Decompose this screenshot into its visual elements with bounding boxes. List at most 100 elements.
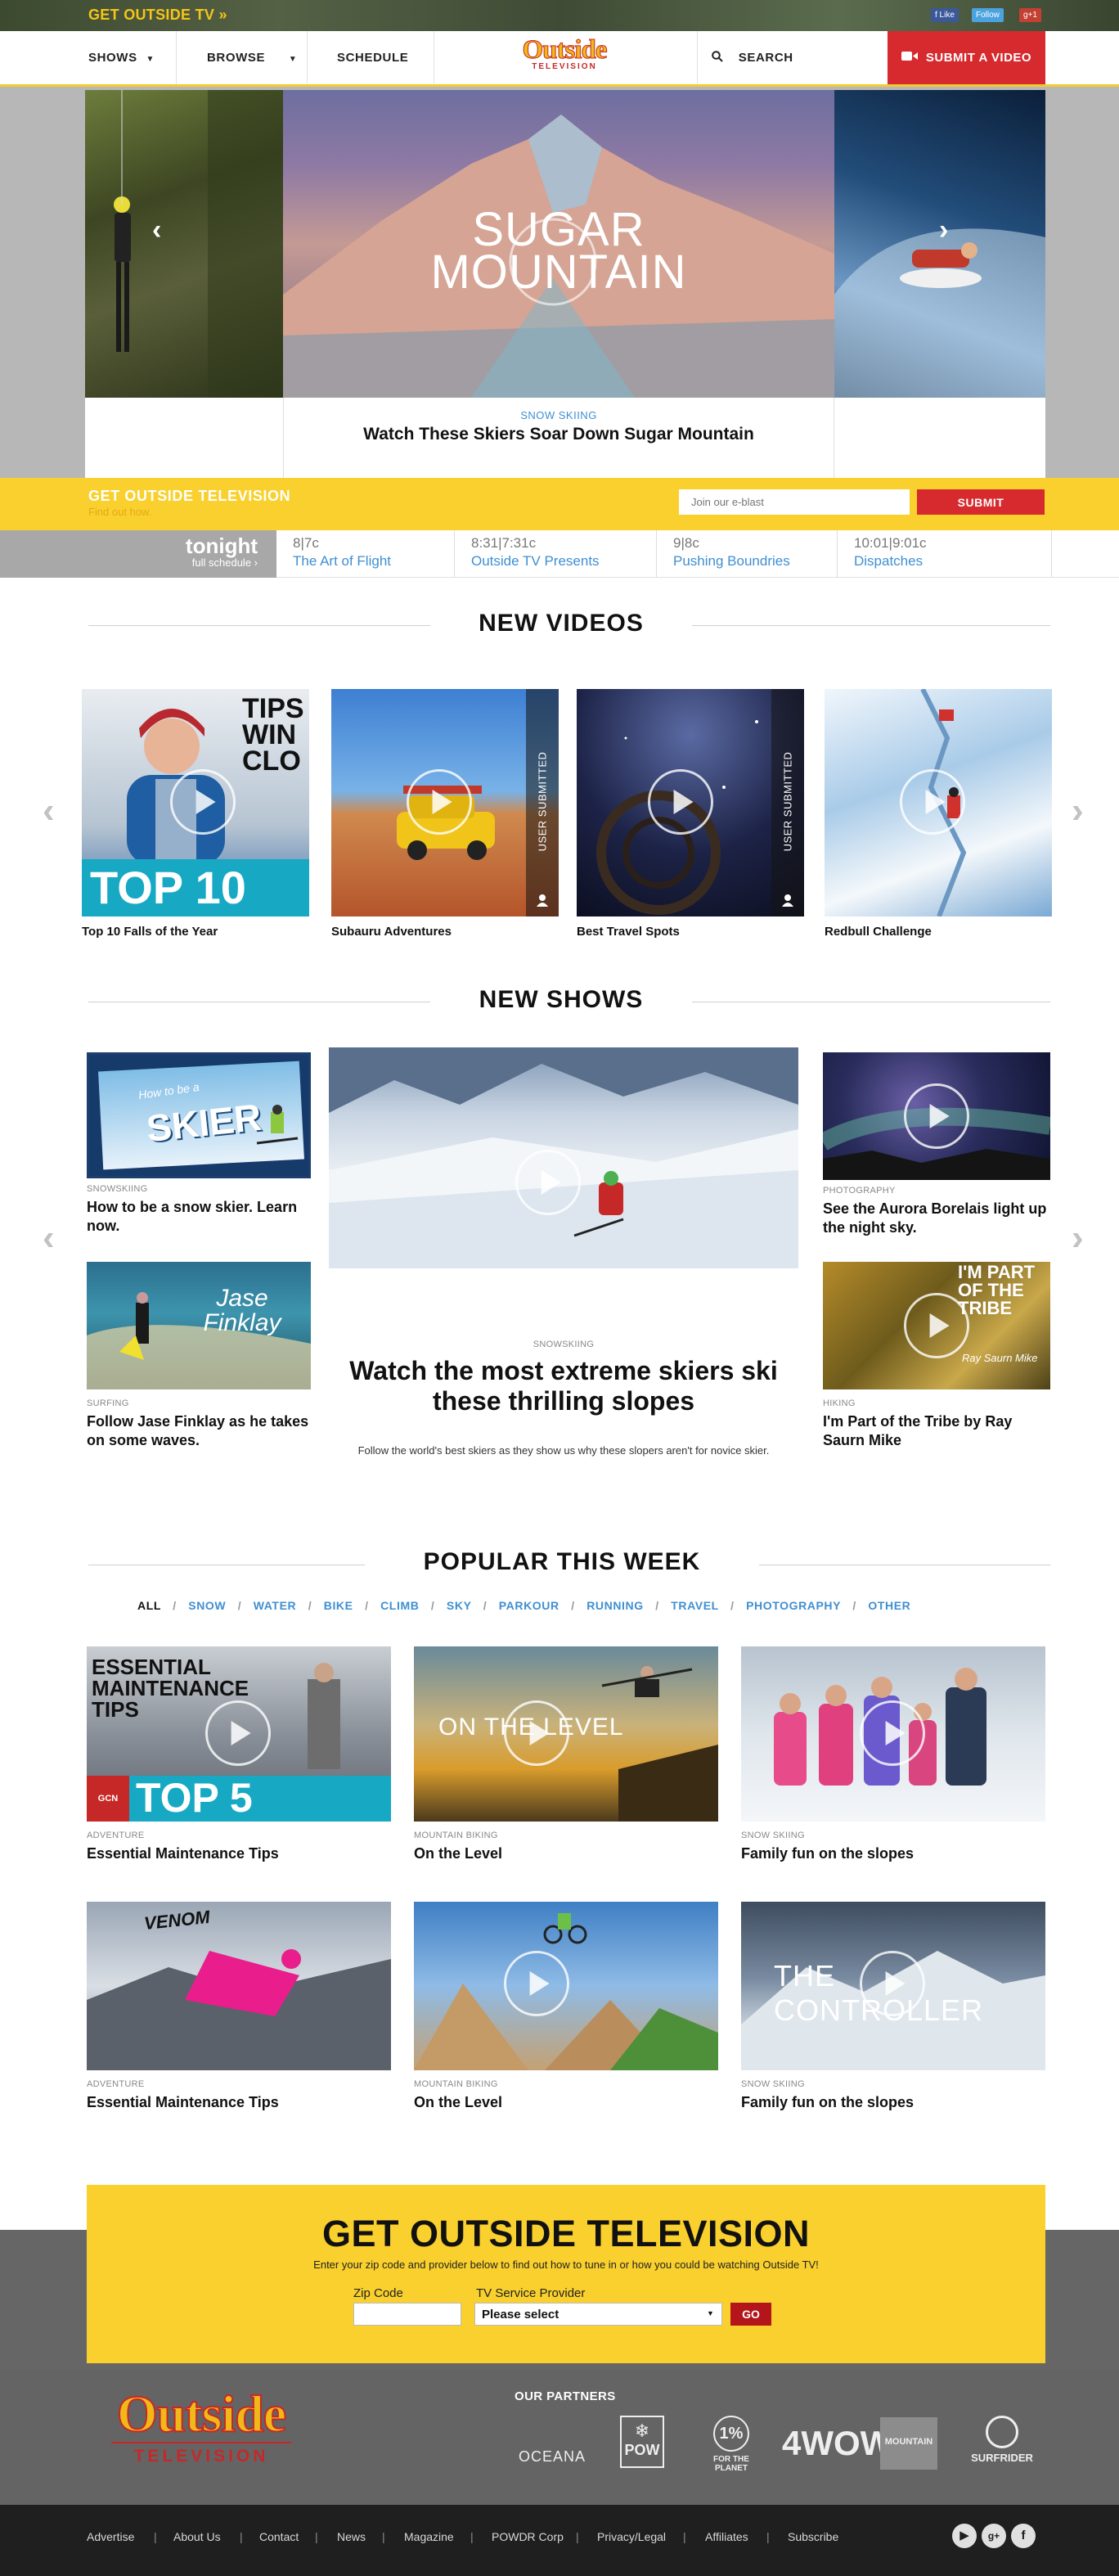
partner-logo-oceana[interactable]: OCEANA: [507, 2435, 597, 2476]
zip-code-input[interactable]: [353, 2303, 461, 2326]
play-icon[interactable]: [504, 1951, 569, 2016]
footer-link-subscribe[interactable]: Subscribe: [788, 2530, 838, 2543]
go-button[interactable]: GO: [730, 2303, 771, 2326]
filter-running[interactable]: RUNNING: [586, 1599, 644, 1612]
play-icon[interactable]: [515, 1150, 581, 1215]
show-thumbnail[interactable]: [823, 1052, 1050, 1180]
featured-show-thumbnail[interactable]: [329, 1047, 798, 1268]
chevron-left-icon[interactable]: ‹: [43, 790, 55, 831]
play-icon[interactable]: [170, 769, 236, 835]
eblast-submit-button[interactable]: SUBMIT: [917, 489, 1045, 515]
footer-link-news[interactable]: News: [337, 2530, 366, 2543]
play-icon[interactable]: [205, 1700, 271, 1766]
google-plus-button[interactable]: g+1: [1019, 8, 1041, 22]
filter-water[interactable]: WATER: [254, 1599, 297, 1612]
partner-logo-pow[interactable]: ❄ POW: [620, 2416, 664, 2468]
play-icon[interactable]: [407, 769, 472, 835]
partner-logo-1percent[interactable]: 1% FOR THE PLANET: [703, 2416, 759, 2473]
play-icon[interactable]: [900, 769, 965, 835]
nav-schedule[interactable]: SCHEDULE: [337, 31, 408, 84]
filter-snow[interactable]: SNOW: [188, 1599, 226, 1612]
popular-title[interactable]: On the Level: [414, 2093, 502, 2112]
footer-link-about-us[interactable]: About Us: [173, 2530, 221, 2543]
hero-title[interactable]: Watch These Skiers Soar Down Sugar Mount…: [346, 425, 771, 444]
chevron-right-icon[interactable]: ›: [939, 214, 948, 246]
popular-title[interactable]: Essential Maintenance Tips: [87, 2093, 279, 2112]
show-title[interactable]: I'm Part of the Tribe by Ray Saurn Mike: [823, 1412, 1050, 1450]
schedule-slot[interactable]: 8|7c The Art of Flight: [276, 530, 455, 578]
show-title[interactable]: Follow Jase Finklay as he takes on some …: [87, 1412, 311, 1450]
popular-title[interactable]: On the Level: [414, 1844, 502, 1863]
schedule-slot[interactable]: 9|8c Pushing Boundries: [657, 530, 838, 578]
footer-logo[interactable]: Outside TELEVISION: [97, 2387, 306, 2466]
hero-slide-active[interactable]: SUGAR MOUNTAIN: [283, 90, 834, 398]
twitter-follow-button[interactable]: Follow: [972, 8, 1004, 22]
nav-browse[interactable]: BROWSE ▼: [207, 31, 297, 84]
video-thumbnail[interactable]: TIPS WIN CLO TOP 10: [82, 689, 309, 916]
popular-title[interactable]: Family fun on the slopes: [741, 2093, 914, 2112]
google-plus-icon[interactable]: g+: [982, 2524, 1006, 2548]
video-title[interactable]: Best Travel Spots: [577, 925, 680, 939]
filter-climb[interactable]: CLIMB: [380, 1599, 419, 1612]
popular-thumbnail[interactable]: THE CONTROLLER: [741, 1902, 1045, 2070]
popular-title[interactable]: Family fun on the slopes: [741, 1844, 914, 1863]
schedule-slot[interactable]: 10:01|9:01c Dispatches: [838, 530, 1052, 578]
youtube-icon[interactable]: ▶: [952, 2524, 977, 2548]
chevron-right-icon[interactable]: ›: [1072, 790, 1084, 831]
slot-show[interactable]: Pushing Boundries: [673, 553, 790, 570]
play-icon[interactable]: [904, 1293, 969, 1358]
popular-thumbnail[interactable]: [414, 1902, 718, 2070]
slot-show[interactable]: The Art of Flight: [293, 553, 391, 570]
play-icon[interactable]: [648, 769, 713, 835]
hero-slide-previous[interactable]: [85, 90, 283, 398]
filter-bike[interactable]: BIKE: [324, 1599, 353, 1612]
footer-link-advertise[interactable]: Advertise: [87, 2530, 134, 2543]
filter-photography[interactable]: PHOTOGRAPHY: [746, 1599, 841, 1612]
show-thumbnail[interactable]: Jase Finklay: [87, 1262, 311, 1389]
chevron-left-icon[interactable]: ‹: [43, 1218, 55, 1259]
show-thumbnail[interactable]: How to be a SKIER: [87, 1052, 311, 1178]
video-thumbnail[interactable]: USER SUBMITTED: [331, 689, 559, 916]
schedule-slot[interactable]: 8:31|7:31c Outside TV Presents: [455, 530, 657, 578]
show-title[interactable]: How to be a snow skier. Learn now.: [87, 1198, 311, 1236]
video-thumbnail[interactable]: [825, 689, 1052, 916]
nav-search[interactable]: SEARCH: [712, 31, 793, 84]
provider-select[interactable]: Please select ▼: [474, 2303, 722, 2326]
popular-title[interactable]: Essential Maintenance Tips: [87, 1844, 279, 1863]
video-thumbnail[interactable]: USER SUBMITTED: [577, 689, 804, 916]
submit-video-button[interactable]: SUBMIT A VIDEO: [888, 31, 1045, 84]
filter-sky[interactable]: SKY: [447, 1599, 471, 1612]
filter-parkour[interactable]: PARKOUR: [499, 1599, 560, 1612]
play-icon[interactable]: [904, 1083, 969, 1149]
popular-thumbnail[interactable]: ON THE LEVEL: [414, 1646, 718, 1822]
footer-link-powdr[interactable]: POWDR Corp: [492, 2530, 564, 2543]
footer-link-privacy[interactable]: Privacy/Legal: [597, 2530, 666, 2543]
nav-shows[interactable]: SHOWS ▼: [88, 31, 155, 84]
hero-caption[interactable]: SNOW SKIING Watch These Skiers Soar Down…: [283, 398, 834, 478]
video-title[interactable]: Redbull Challenge: [825, 925, 932, 939]
footer-link-magazine[interactable]: Magazine: [404, 2530, 454, 2543]
play-icon[interactable]: [504, 1700, 569, 1766]
slot-show[interactable]: Outside TV Presents: [471, 553, 600, 570]
slot-show[interactable]: Dispatches: [854, 553, 923, 570]
partner-logo-surfrider[interactable]: SURFRIDER: [959, 2416, 1045, 2473]
chevron-right-icon[interactable]: ›: [1072, 1218, 1084, 1259]
filter-all[interactable]: ALL: [137, 1599, 161, 1612]
show-title[interactable]: See the Aurora Borelais light up the nig…: [823, 1200, 1050, 1237]
popular-thumbnail[interactable]: [741, 1646, 1045, 1822]
partner-logo-mountain[interactable]: MOUNTAIN: [880, 2417, 937, 2470]
video-title[interactable]: Subauru Adventures: [331, 925, 452, 939]
full-schedule-link[interactable]: full schedule ›: [164, 556, 258, 569]
popular-thumbnail[interactable]: ESSENTIAL MAINTENANCE TIPS GCN TOP 5: [87, 1646, 391, 1822]
popular-thumbnail[interactable]: VENOM: [87, 1902, 391, 2070]
facebook-like-button[interactable]: f Like: [931, 8, 959, 22]
filter-other[interactable]: OTHER: [868, 1599, 910, 1612]
chevron-left-icon[interactable]: ‹: [152, 214, 161, 246]
play-icon[interactable]: [860, 1951, 925, 2016]
footer-link-contact[interactable]: Contact: [259, 2530, 299, 2543]
find-out-how-link[interactable]: Find out how.: [88, 506, 151, 518]
facebook-icon[interactable]: f: [1011, 2524, 1036, 2548]
site-logo[interactable]: Outside TELEVISION: [507, 36, 622, 72]
footer-link-affiliates[interactable]: Affiliates: [705, 2530, 748, 2543]
video-title[interactable]: Top 10 Falls of the Year: [82, 925, 218, 939]
